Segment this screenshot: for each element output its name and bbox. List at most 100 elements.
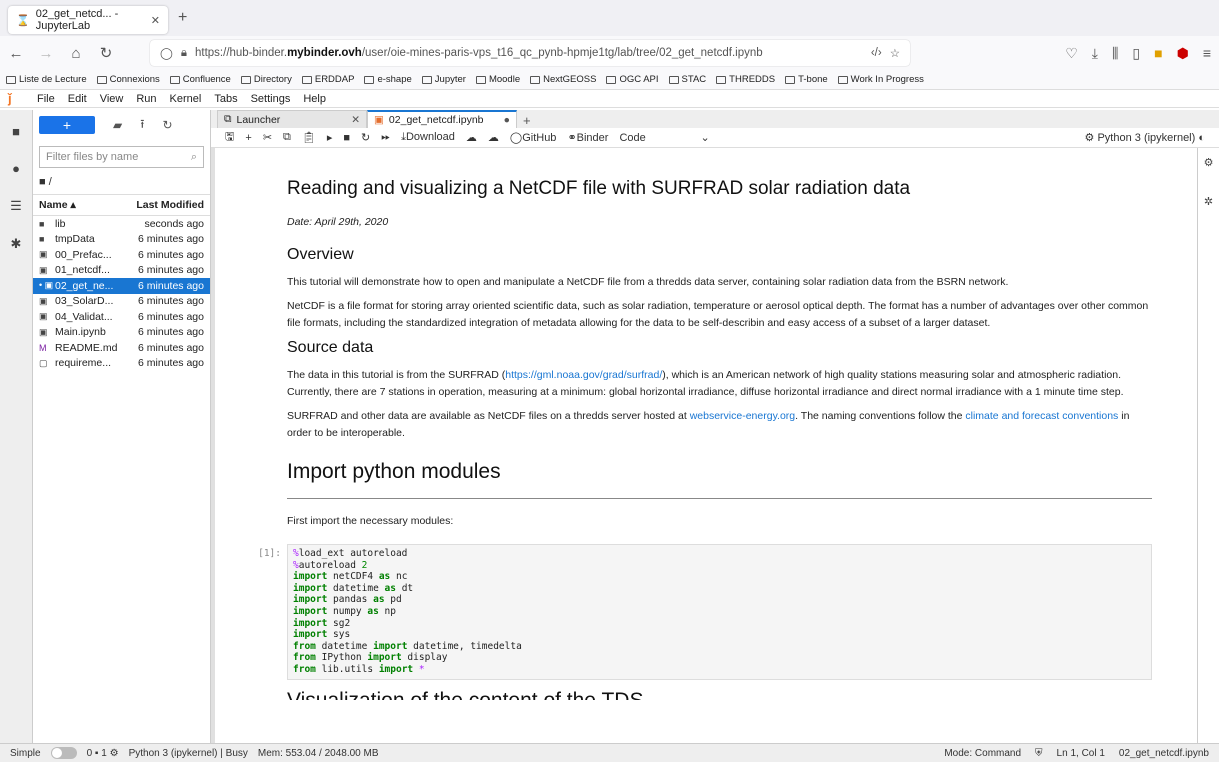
paragraph-netcdf: NetCDF is a file format for storing arra… bbox=[287, 300, 1149, 329]
bookmark-item[interactable]: ERDDAP bbox=[301, 74, 354, 85]
file-row[interactable]: ▣ 04_Validat... 6 minutes ago bbox=[33, 309, 210, 325]
reload-icon[interactable]: ↻ bbox=[98, 44, 114, 62]
file-row[interactable]: ▣ 00_Prefac... 6 minutes ago bbox=[33, 247, 210, 263]
new-launcher-button[interactable]: + bbox=[39, 116, 95, 134]
file-row[interactable]: ■ lib seconds ago bbox=[33, 216, 210, 232]
bookmark-item[interactable]: Work In Progress bbox=[837, 74, 924, 85]
right-sidebar: ⚙ ✲ bbox=[1197, 148, 1219, 743]
debugger-icon[interactable]: ✲ bbox=[1204, 195, 1213, 208]
kernel-indicator[interactable]: ⚙ Python 3 (ipykernel) ◐ bbox=[1085, 131, 1205, 144]
restart-icon[interactable]: ↻ bbox=[361, 131, 370, 144]
fast-forward-icon[interactable]: ⏩︎ bbox=[381, 131, 390, 144]
file-row[interactable]: ▣ 03_SolarD... 6 minutes ago bbox=[33, 294, 210, 310]
home-icon[interactable]: ⌂ bbox=[68, 45, 84, 62]
file-row[interactable]: ▢ requireme... 6 minutes ago bbox=[33, 356, 210, 372]
close-icon[interactable]: ✕ bbox=[151, 14, 160, 27]
bookmark-item[interactable]: Moodle bbox=[475, 74, 520, 85]
menu-file[interactable]: File bbox=[37, 93, 55, 105]
terminal-count[interactable]: 0 ▪ 1 ⚙ bbox=[87, 748, 119, 759]
column-modified[interactable]: Last Modified bbox=[136, 199, 204, 211]
extension-icon[interactable]: ✱ bbox=[11, 236, 22, 252]
bookmark-item[interactable]: Confluence bbox=[169, 74, 231, 85]
github-button[interactable]: ◯GitHub bbox=[510, 131, 557, 144]
code-cell[interactable]: [1]: %load_ext autoreload %autoreload 2 … bbox=[258, 544, 1152, 680]
folder-icon[interactable]: ■ bbox=[12, 124, 20, 139]
file-row[interactable]: ▣ Main.ipynb 6 minutes ago bbox=[33, 325, 210, 341]
file-row[interactable]: ▣ 01_netcdf... 6 minutes ago bbox=[33, 263, 210, 279]
bookmark-item[interactable]: OGC API bbox=[606, 74, 659, 85]
menu-icon[interactable]: ≡ bbox=[1203, 45, 1211, 62]
forward-icon[interactable]: → bbox=[38, 45, 54, 62]
extension-icon[interactable]: ■ bbox=[1154, 45, 1162, 62]
download-icon[interactable]: ⤓ bbox=[1092, 45, 1098, 62]
code-editor[interactable]: %load_ext autoreload %autoreload 2 impor… bbox=[287, 544, 1152, 680]
copy-icon[interactable]: ⧉ bbox=[283, 131, 291, 144]
notebook-icon: • ▣ bbox=[39, 280, 54, 291]
new-folder-icon[interactable]: ▰ bbox=[113, 118, 122, 132]
unsaved-dot-icon[interactable]: ● bbox=[504, 114, 510, 126]
menu-run[interactable]: Run bbox=[136, 93, 156, 105]
property-inspector-icon[interactable]: ⚙ bbox=[1204, 156, 1214, 169]
url-bar[interactable]: ◯ 🔒︎ https://hub-binder.mybinder.ovh/use… bbox=[150, 40, 910, 66]
column-name[interactable]: Name ▴ bbox=[39, 199, 136, 211]
stop-icon[interactable]: ■ bbox=[343, 132, 350, 144]
tab-notebook[interactable]: ▣ 02_get_netcdf.ipynb ● bbox=[367, 110, 517, 128]
cut-icon[interactable]: ✂ bbox=[263, 131, 272, 144]
cloud-upload-icon[interactable]: ☁ bbox=[466, 131, 477, 144]
webservice-energy-link[interactable]: webservice-energy.org bbox=[690, 410, 795, 422]
run-icon[interactable]: ▸ bbox=[327, 131, 333, 144]
surfrad-link[interactable]: https://gml.noaa.gov/grad/surfrad/ bbox=[505, 369, 662, 381]
filter-input[interactable]: Filter files by name ⌕ bbox=[39, 146, 204, 168]
tab-launcher[interactable]: ⧉ Launcher ✕ bbox=[217, 110, 367, 128]
bookmark-item[interactable]: NextGEOSS bbox=[530, 74, 596, 85]
simple-mode-toggle[interactable] bbox=[50, 747, 77, 759]
file-row[interactable]: M README.md 6 minutes ago bbox=[33, 340, 210, 356]
menu-kernel[interactable]: Kernel bbox=[170, 93, 202, 105]
bookmark-star-icon[interactable]: ☆ bbox=[890, 46, 900, 60]
library-icon[interactable]: ⫼ bbox=[1112, 45, 1118, 62]
cloud-download-icon[interactable]: ☁ bbox=[488, 131, 499, 144]
left-sidebar: ■ ● ☰ ✱ bbox=[0, 110, 33, 743]
file-row[interactable]: • ▣ 02_get_ne... 6 minutes ago bbox=[33, 278, 210, 294]
new-tab-icon[interactable]: + bbox=[178, 9, 187, 27]
bookmark-item[interactable]: T-bone bbox=[785, 74, 828, 85]
menu-help[interactable]: Help bbox=[303, 93, 326, 105]
bookmark-item[interactable]: Jupyter bbox=[421, 74, 466, 85]
notebook-icon: ▣ bbox=[39, 264, 48, 275]
close-icon[interactable]: ✕ bbox=[351, 114, 360, 126]
menu-tabs[interactable]: Tabs bbox=[214, 93, 237, 105]
menu-settings[interactable]: Settings bbox=[251, 93, 291, 105]
cf-conventions-link[interactable]: climate and forecast conventions bbox=[965, 410, 1118, 422]
upload-icon[interactable]: ⭱ bbox=[140, 115, 144, 136]
cell-type-select[interactable]: Code bbox=[619, 132, 689, 144]
paste-icon[interactable]: 📋︎ bbox=[302, 131, 316, 144]
breadcrumb[interactable]: ■ / bbox=[33, 168, 210, 194]
refresh-icon[interactable]: ↻ bbox=[162, 118, 172, 132]
bookmark-item[interactable]: Connexions bbox=[96, 74, 160, 85]
binder-button[interactable]: ⚭Binder bbox=[567, 131, 608, 144]
bookmark-item[interactable]: Liste de Lecture bbox=[6, 74, 87, 85]
ublock-icon[interactable]: ⬢ bbox=[1177, 45, 1189, 62]
back-icon[interactable]: ← bbox=[8, 45, 24, 62]
sidebar-icon[interactable]: ▯ bbox=[1132, 45, 1140, 62]
chevron-down-icon[interactable]: ⌄ bbox=[700, 131, 709, 144]
bookmark-item[interactable]: e-shape bbox=[364, 74, 412, 85]
browser-tab[interactable]: ⌛ 02_get_netcd... - JupyterLab ✕ bbox=[8, 6, 168, 34]
pocket-icon[interactable]: ♡ bbox=[1065, 45, 1078, 62]
download-button[interactable]: ⤓Download bbox=[401, 131, 455, 144]
bookmark-item[interactable]: THREDDS bbox=[716, 74, 775, 85]
browser-tab-title: 02_get_netcd... - JupyterLab bbox=[35, 8, 119, 32]
reader-view-icon[interactable]: ‹/› bbox=[871, 47, 882, 59]
bookmark-item[interactable]: Directory bbox=[240, 74, 292, 85]
running-icon[interactable]: ● bbox=[12, 161, 20, 176]
menu-view[interactable]: View bbox=[100, 93, 124, 105]
kernel-status[interactable]: Python 3 (ipykernel) | Busy bbox=[129, 748, 248, 759]
toc-icon[interactable]: ☰ bbox=[10, 198, 22, 214]
add-tab-icon[interactable]: + bbox=[523, 113, 531, 128]
save-icon[interactable]: 🖫︎ bbox=[225, 128, 234, 147]
cursor-position[interactable]: Ln 1, Col 1 bbox=[1057, 748, 1105, 759]
bookmark-item[interactable]: STAC bbox=[668, 74, 706, 85]
menu-edit[interactable]: Edit bbox=[68, 93, 87, 105]
file-row[interactable]: ■ tmpData 6 minutes ago bbox=[33, 232, 210, 248]
insert-cell-icon[interactable]: + bbox=[245, 132, 251, 144]
